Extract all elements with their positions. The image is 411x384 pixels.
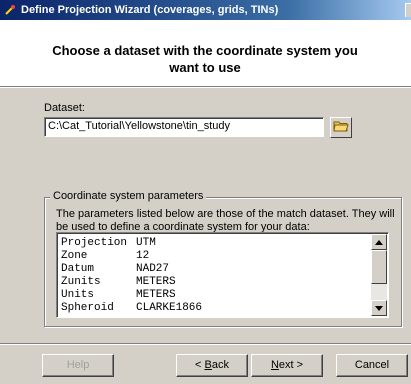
arrow-up-icon [375, 239, 383, 245]
groupbox-description: The parameters listed below are those of… [56, 208, 395, 233]
folder-icon [333, 119, 349, 136]
wizard-app-icon [3, 3, 17, 17]
dataset-path-input[interactable]: C:\Cat_Tutorial\Yellowstone\tin_study [44, 117, 324, 137]
parameters-table: Projection UTM Zone 12 Datum NAD27 Zunit… [61, 237, 202, 315]
parameter-key: Datum [61, 263, 95, 275]
wizard-header: Choose a dataset with the coordinate sys… [0, 20, 411, 86]
help-button[interactable]: Help [42, 354, 114, 377]
next-button-hotkey: N [270, 359, 279, 371]
arrow-down-icon [375, 305, 383, 311]
parameters-listbox[interactable]: Projection UTM Zone 12 Datum NAD27 Zunit… [56, 232, 389, 318]
parameter-value: UTM [136, 237, 156, 249]
next-button-label: ext > [278, 359, 304, 371]
scroll-up-button[interactable] [371, 234, 387, 250]
parameter-row: Datum NAD27 [61, 263, 202, 276]
scroll-down-button[interactable] [371, 300, 387, 316]
define-projection-wizard-window: Define Projection Wizard (coverages, gri… [0, 0, 411, 384]
parameter-row: Spheroid CLARKE1866 [61, 302, 202, 315]
groupbox-title: Coordinate system parameters [50, 190, 207, 202]
parameter-row: Zone 12 [61, 250, 202, 263]
back-button-prefix: < [195, 359, 205, 371]
back-button-label: ack [211, 359, 229, 371]
title-bar[interactable]: Define Projection Wizard (coverages, gri… [0, 0, 411, 20]
parameter-key: Spheroid [61, 302, 114, 314]
parameter-value: NAD27 [136, 263, 170, 275]
next-button[interactable]: Next > [251, 354, 323, 377]
scroll-thumb[interactable] [371, 250, 387, 284]
parameter-row: Units METERS [61, 289, 202, 302]
parameter-key: Units [61, 289, 95, 301]
parameter-key: Projection [61, 237, 128, 249]
parameter-value: METERS [136, 276, 176, 288]
back-button[interactable]: < Back [176, 354, 248, 377]
wizard-heading: Choose a dataset with the coordinate sys… [52, 43, 358, 75]
header-separator [0, 86, 411, 88]
browse-dataset-button[interactable] [330, 117, 352, 138]
parameter-value: CLARKE1866 [136, 302, 203, 314]
parameter-key: Zone [61, 250, 88, 262]
parameter-row: Projection UTM [61, 237, 202, 250]
title-bar-button[interactable] [405, 3, 411, 17]
parameter-row: Zunits METERS [61, 276, 202, 289]
parameter-value: METERS [136, 289, 176, 301]
window-title: Define Projection Wizard (coverages, gri… [21, 4, 279, 16]
parameters-scrollbar[interactable] [371, 234, 387, 316]
footer-separator [0, 343, 411, 345]
back-button-hotkey: B [204, 359, 212, 371]
cancel-button[interactable]: Cancel [336, 354, 408, 377]
parameter-key: Zunits [61, 276, 101, 288]
dataset-label: Dataset: [44, 102, 85, 114]
parameter-value: 12 [136, 250, 150, 262]
